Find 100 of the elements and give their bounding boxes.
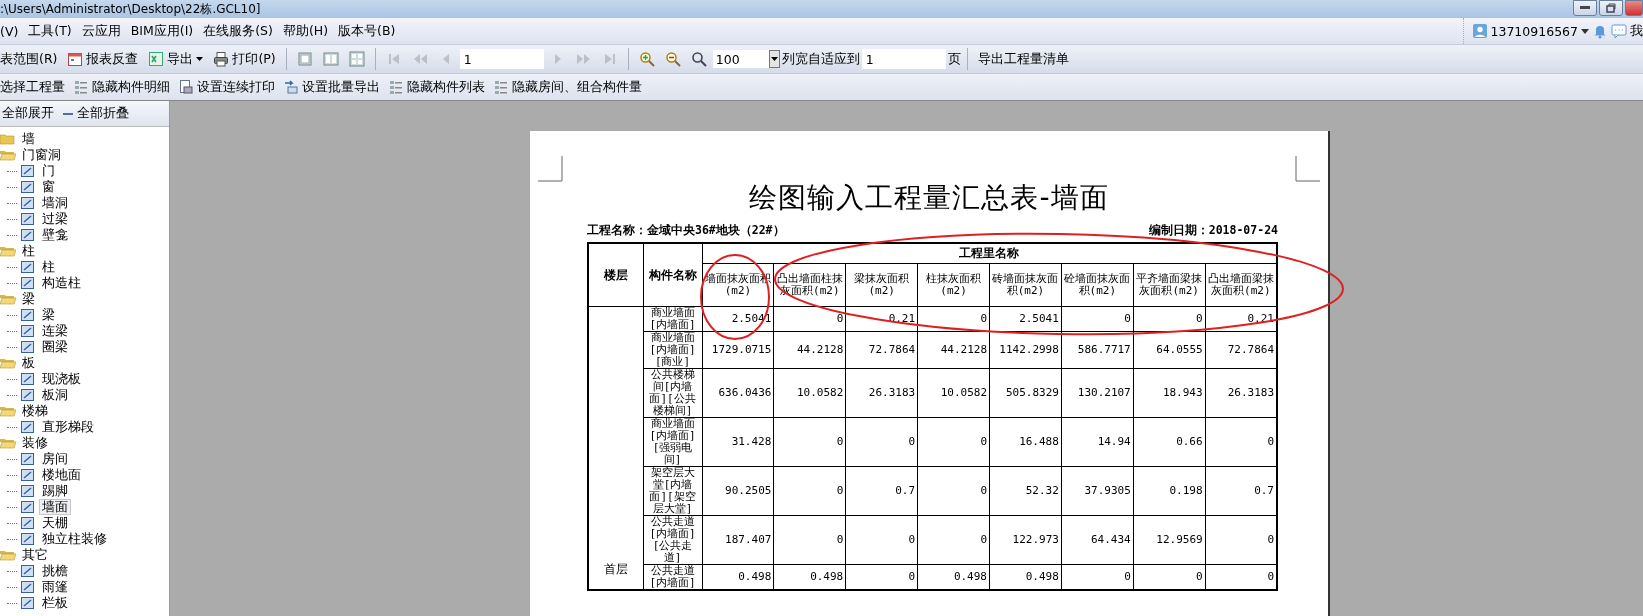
toolbar-button[interactable]: 隐藏房间、组合构件量 <box>489 76 646 98</box>
toolbar-button[interactable]: 表范围(R) <box>0 48 62 70</box>
tree-item[interactable]: 圈梁 <box>39 339 71 355</box>
collapse-all-button[interactable]: 全部折叠 <box>60 105 131 122</box>
tree-item[interactable]: 直形梯段 <box>39 419 97 435</box>
component-icon <box>20 179 36 195</box>
tree-item[interactable]: 房间 <box>39 451 71 467</box>
minimize-button[interactable] <box>1573 0 1597 16</box>
column-header: 砼墙面抹灰面积(m2) <box>1061 263 1134 306</box>
table-cell: 0 <box>845 515 918 564</box>
menu-item[interactable]: BIM应用(I) <box>125 20 199 42</box>
table-cell: 505.8329 <box>989 368 1062 417</box>
menu-item[interactable]: 工具(T) <box>23 20 77 42</box>
bell-icon <box>1592 23 1608 39</box>
table-cell: 122.973 <box>989 515 1062 564</box>
table-cell: 16.488 <box>989 417 1062 466</box>
toolbar-button[interactable]: 设置连续打印 <box>174 76 279 98</box>
table-cell: 187.407 <box>702 515 774 564</box>
toolbar-button[interactable]: 选择工程量 <box>0 76 69 98</box>
tree-item[interactable]: 门 <box>39 163 58 179</box>
table-cell: 0 <box>773 466 846 515</box>
toolbar-button[interactable]: 报表反查 <box>63 48 143 70</box>
user-menu-label[interactable]: 我 <box>1630 22 1643 40</box>
tree-item[interactable]: 独立柱装修 <box>39 531 110 547</box>
tree-item[interactable]: 板洞 <box>39 387 71 403</box>
table-cell: 0 <box>845 417 918 466</box>
menu-item[interactable]: 版本号(B) <box>333 20 401 42</box>
report-title: 绘图输入工程量汇总表-墙面 <box>749 180 1109 216</box>
component-icon <box>20 515 36 531</box>
component-icon <box>20 467 36 483</box>
multi-page-icon <box>348 51 365 67</box>
tree-group[interactable]: 墙 <box>19 131 38 147</box>
menu-item[interactable]: 帮助(H) <box>277 20 334 42</box>
zoom-dropdown[interactable]: 100 <box>712 50 780 68</box>
page-number-field[interactable]: 1 <box>861 49 946 69</box>
close-button[interactable] <box>1625 0 1643 16</box>
toolbar-menu-button[interactable]: 导出 <box>144 48 208 70</box>
table-cell: 0 <box>917 466 990 515</box>
toolbar-button[interactable]: 设置批量导出 <box>279 76 384 98</box>
tree-item[interactable]: 窗 <box>39 179 58 195</box>
table-cell: 130.2107 <box>1061 368 1134 417</box>
table-cell: 10.0582 <box>917 368 990 417</box>
column-header: 砖墙面抹灰面积(m2) <box>989 263 1062 306</box>
expand-all-button[interactable]: 全部展开 <box>0 105 56 122</box>
list-icon <box>493 79 509 95</box>
tree-item[interactable]: 天棚 <box>39 515 71 531</box>
toolbar-button[interactable]: 打印(P) <box>209 48 280 70</box>
tree-group[interactable]: 装修 <box>19 435 51 451</box>
component-icon <box>20 563 36 579</box>
tree-item[interactable]: 楼地面 <box>39 467 84 483</box>
toolbar-button[interactable]: 隐藏构件列表 <box>384 76 489 98</box>
tree-group[interactable]: 其它 <box>19 547 51 563</box>
table-cell: 商业墙面[内墙面][强弱电间] <box>643 417 702 466</box>
tree-item[interactable]: 连梁 <box>39 323 71 339</box>
tree-item[interactable]: 栏板 <box>39 595 71 611</box>
tree-group[interactable]: 梁 <box>19 291 38 307</box>
toolbar-button[interactable]: 导出工程量清单 <box>973 48 1073 70</box>
component-icon <box>20 499 36 515</box>
tree-group[interactable]: 门窗洞 <box>19 147 64 163</box>
column-header: 构件名称 <box>643 243 702 306</box>
account-name[interactable]: 13710916567 <box>1490 23 1578 39</box>
zoom-in-icon <box>638 51 655 67</box>
tree-item[interactable]: 挑檐 <box>39 563 71 579</box>
zoom-out-icon <box>664 51 681 67</box>
tree-group[interactable]: 柱 <box>19 243 38 259</box>
restore-button[interactable] <box>1599 0 1623 16</box>
toolbar-button[interactable]: 隐藏构件明细 <box>69 76 174 98</box>
menu-item[interactable]: (V) <box>0 20 24 42</box>
toolbar-label: 页 <box>947 50 961 68</box>
tree-group[interactable]: 楼梯 <box>19 403 51 419</box>
column-header: 楼层 <box>588 243 643 306</box>
menu-item[interactable]: 云应用 <box>76 20 126 42</box>
tree-item[interactable]: 墙面 <box>39 499 71 515</box>
tree-item[interactable]: 墙洞 <box>39 195 71 211</box>
tree-item[interactable]: 现浇板 <box>39 371 84 387</box>
tree-item[interactable]: 踢脚 <box>39 483 71 499</box>
page-number-field[interactable]: 1 <box>459 49 544 69</box>
restore-icon <box>1606 3 1616 13</box>
folder-icon[interactable] <box>0 131 16 147</box>
tree-item[interactable]: 构造柱 <box>39 275 84 291</box>
tree-item[interactable]: 梁 <box>39 307 58 323</box>
tree-item[interactable]: 壁龛 <box>39 227 71 243</box>
component-icon <box>20 339 36 355</box>
caret-icon <box>770 57 778 61</box>
crop-mark <box>1295 155 1321 182</box>
menu-item[interactable]: 在线服务(S) <box>198 20 278 42</box>
tree-item[interactable]: 过梁 <box>39 211 71 227</box>
caret-icon[interactable] <box>1581 28 1589 34</box>
tree-item[interactable]: 柱 <box>39 259 58 275</box>
component-icon <box>20 419 36 435</box>
component-icon <box>20 307 36 323</box>
component-icon <box>20 451 36 467</box>
component-icon <box>20 163 36 179</box>
tree-item[interactable]: 雨篷 <box>39 579 71 595</box>
document-icon <box>178 79 194 95</box>
window-title: :\Users\Administrator\Desktop\22栋.GCL10] <box>0 0 261 18</box>
table-cell: 0.198 <box>1133 466 1206 515</box>
table-cell: 31.428 <box>702 417 774 466</box>
table-cell: 商业墙面[内墙面][商业] <box>643 331 702 368</box>
tree-group[interactable]: 板 <box>19 355 38 371</box>
